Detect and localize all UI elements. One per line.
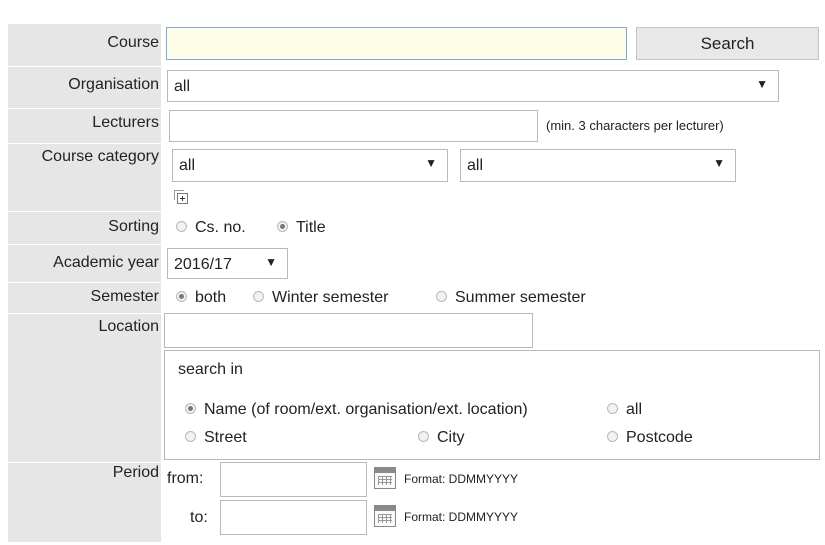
organisation-label: Organisation [68, 76, 159, 93]
course-category-select-1[interactable]: all ▼ [172, 149, 448, 182]
sorting-label: Sorting [108, 218, 159, 235]
row-separator [8, 143, 822, 144]
radio-checked-icon[interactable] [277, 221, 288, 233]
period-label: Period [112, 464, 159, 481]
dropdown-arrow-icon: ▼ [713, 156, 725, 170]
semester-option-winter[interactable]: Winter semester [253, 289, 388, 307]
semester-label: Semester [90, 288, 159, 305]
row-separator [8, 462, 822, 463]
radio-icon[interactable] [607, 431, 618, 443]
row-separator [8, 108, 822, 109]
calendar-icon[interactable] [374, 467, 396, 489]
course-category-selected-2: all [467, 157, 484, 174]
organisation-selected: all [174, 78, 191, 95]
period-from-label: from: [167, 470, 204, 487]
search-button[interactable]: Search [636, 27, 819, 60]
period-from-input[interactable] [220, 462, 367, 497]
dropdown-arrow-icon: ▼ [756, 77, 768, 91]
radio-icon[interactable] [607, 403, 618, 415]
location-label: Location [98, 318, 160, 335]
dropdown-arrow-icon: ▼ [425, 156, 437, 170]
row-separator [8, 211, 822, 212]
radio-icon[interactable] [253, 291, 264, 303]
radio-icon[interactable] [418, 431, 429, 443]
row-separator [8, 244, 822, 245]
academic-year-selected: 2016/17 [174, 256, 232, 273]
location-option-name[interactable]: Name (of room/ext. organisation/ext. loc… [185, 401, 528, 419]
lecturers-hint: (min. 3 characters per lecturer) [546, 118, 724, 133]
period-to-input[interactable] [220, 500, 367, 535]
radio-checked-icon[interactable] [185, 403, 196, 415]
sorting-option-csno[interactable]: Cs. no. [176, 219, 246, 237]
lecturers-input[interactable] [169, 110, 538, 142]
location-option-postcode[interactable]: Postcode [607, 429, 693, 447]
radio-icon[interactable] [176, 221, 187, 233]
dropdown-arrow-icon: ▼ [265, 255, 277, 269]
search-in-label: search in [178, 361, 243, 378]
expand-plus-icon[interactable] [174, 190, 188, 204]
location-option-street[interactable]: Street [185, 429, 247, 447]
course-category-selected-1: all [179, 157, 196, 174]
period-to-label: to: [190, 509, 208, 526]
organisation-select[interactable]: all ▼ [167, 70, 779, 102]
location-option-all[interactable]: all [607, 401, 642, 419]
row-separator [8, 66, 822, 67]
academic-year-select[interactable]: 2016/17 ▼ [167, 248, 288, 279]
radio-checked-icon[interactable] [176, 291, 187, 303]
course-category-select-2[interactable]: all ▼ [460, 149, 736, 182]
sorting-option-title[interactable]: Title [277, 219, 326, 237]
semester-option-both[interactable]: both [176, 289, 226, 307]
semester-option-summer[interactable]: Summer semester [436, 289, 586, 307]
location-option-city[interactable]: City [418, 429, 465, 447]
academic-year-label: Academic year [53, 254, 159, 271]
period-to-format-hint: Format: DDMMYYYY [404, 510, 519, 524]
radio-icon[interactable] [436, 291, 447, 303]
lecturers-label: Lecturers [92, 114, 159, 131]
calendar-icon[interactable] [374, 505, 396, 527]
course-input[interactable] [166, 27, 627, 60]
course-label: Course [107, 34, 159, 51]
location-input[interactable] [164, 313, 533, 348]
radio-icon[interactable] [185, 431, 196, 443]
period-from-format-hint: Format: DDMMYYYY [404, 472, 519, 486]
course-category-label: Course category [41, 148, 159, 165]
row-separator [8, 282, 822, 283]
